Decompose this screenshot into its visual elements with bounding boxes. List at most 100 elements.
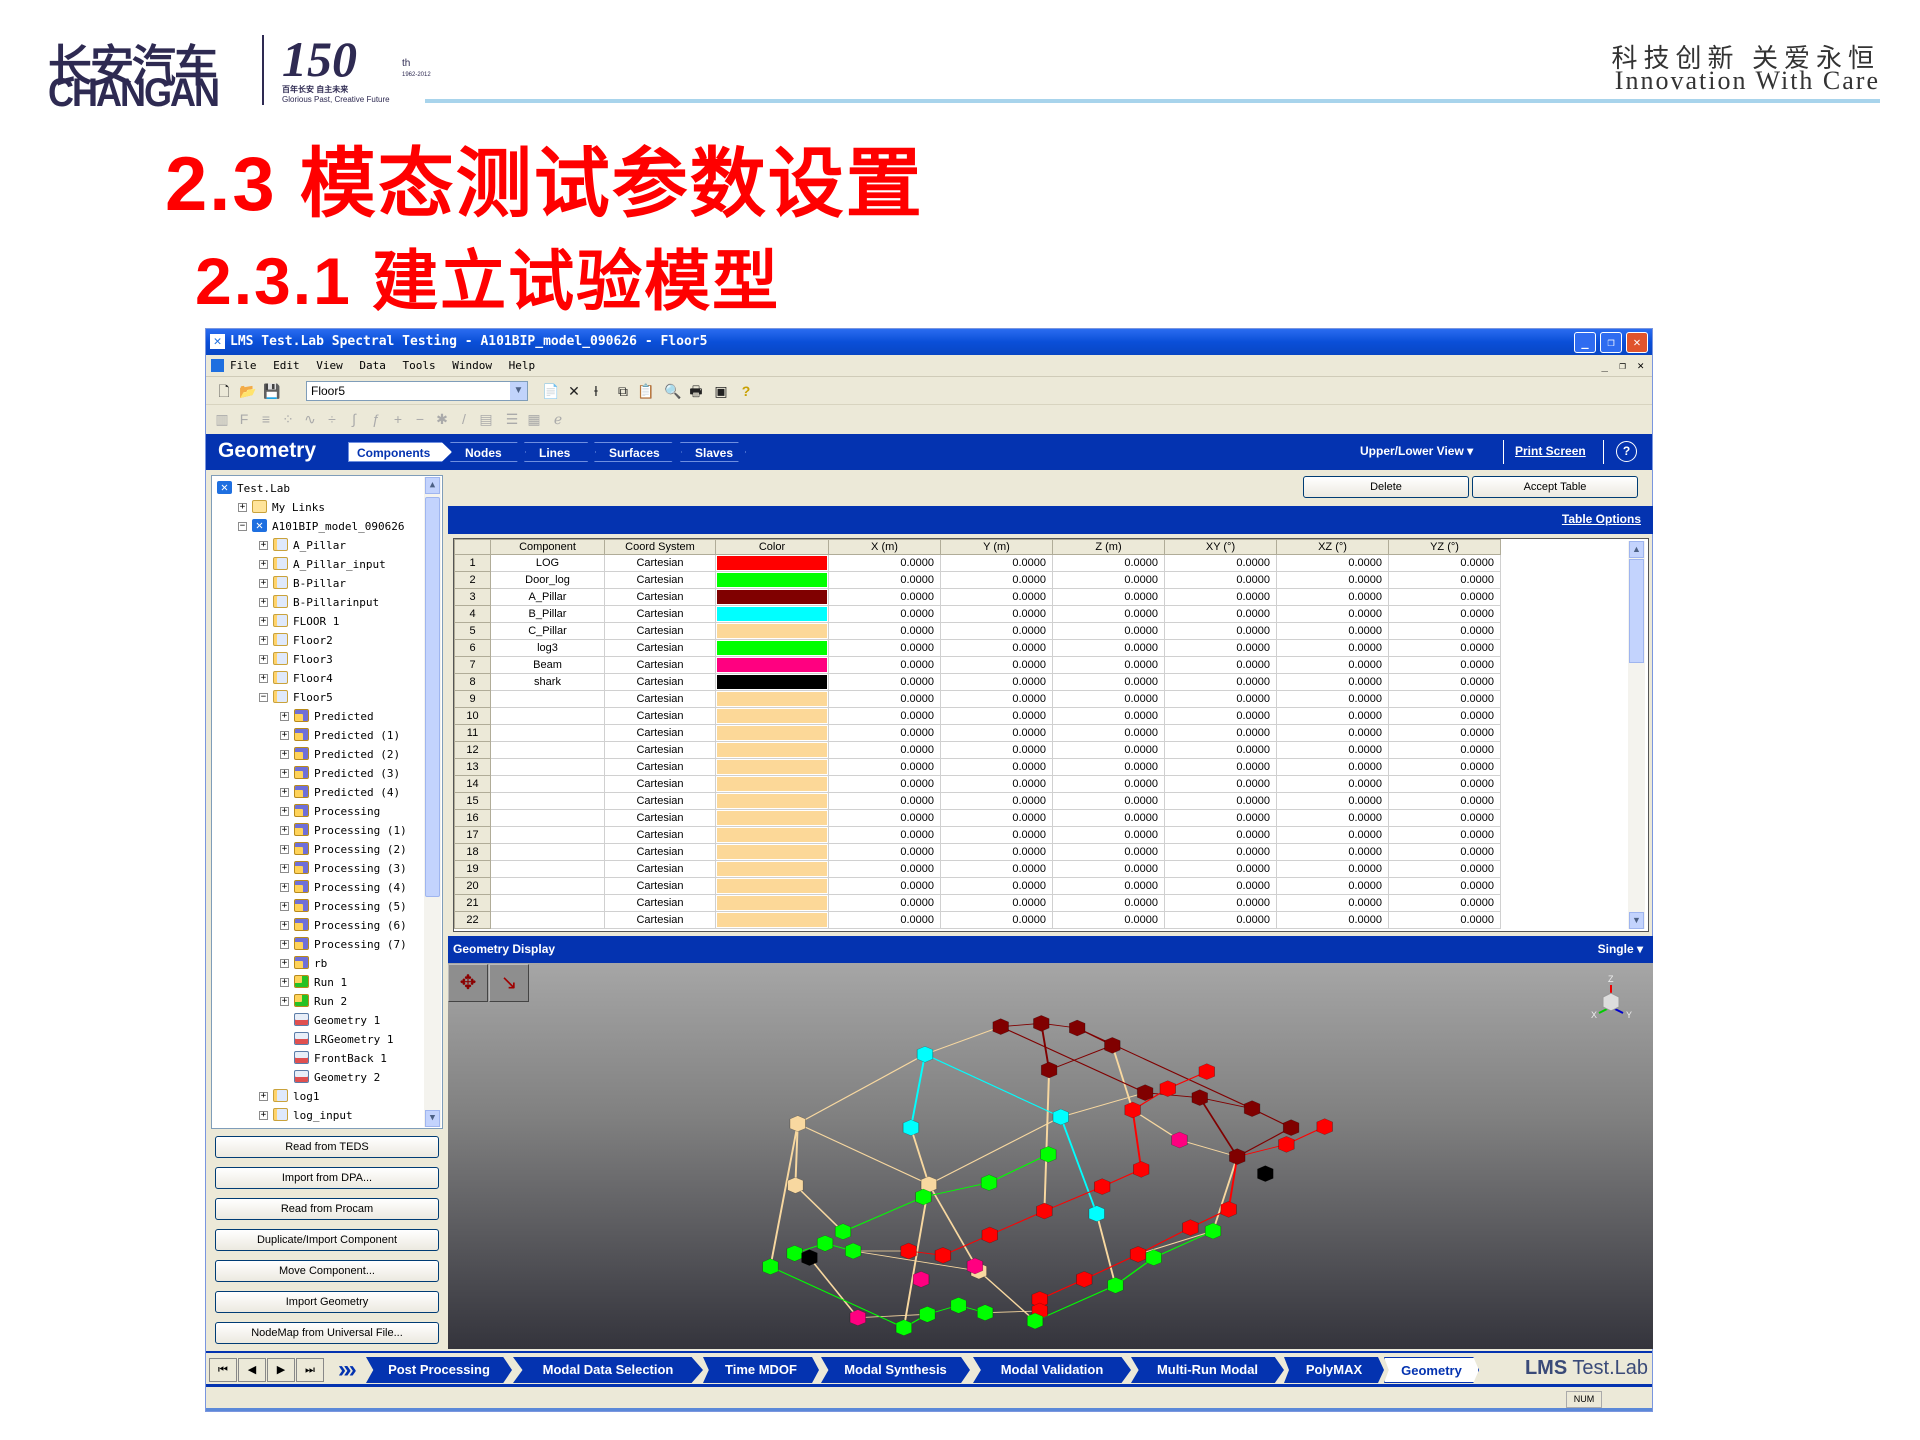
- table-row[interactable]: 8 shark Cartesian 0.0000 0.0000 0.0000 0.0000 0…: [454, 673, 1501, 691]
- geometry-node[interactable]: [915, 1188, 932, 1206]
- table-row[interactable]: 13 Cartesian 0.0000 0.0000 0.0000 0.0000 0.000…: [454, 758, 1501, 776]
- workflow-tab[interactable]: Modal Synthesis: [821, 1357, 970, 1383]
- table-cell[interactable]: 0.0000: [828, 588, 941, 606]
- table-cell[interactable]: Cartesian: [604, 673, 716, 691]
- table-cell[interactable]: [490, 758, 605, 776]
- expand-icon[interactable]: +: [259, 636, 268, 645]
- table-cell[interactable]: 0.0000: [828, 605, 941, 623]
- maximize-button[interactable]: ❐: [1600, 332, 1622, 353]
- table-cell[interactable]: 0.0000: [1276, 741, 1389, 759]
- tree-item[interactable]: + A_Pillar: [212, 536, 422, 555]
- table-cell[interactable]: Cartesian: [604, 639, 716, 657]
- table-cell[interactable]: 0.0000: [1276, 554, 1389, 572]
- filter-icon[interactable]: ≡: [256, 410, 276, 428]
- table-cell[interactable]: 0.0000: [940, 809, 1053, 827]
- table-cell[interactable]: 0.0000: [1388, 877, 1501, 895]
- minimize-button[interactable]: _: [1574, 332, 1596, 353]
- geometry-node[interactable]: [1026, 1312, 1044, 1330]
- tree-item[interactable]: + Predicted (2): [212, 745, 422, 764]
- geometry-node[interactable]: [1036, 1202, 1053, 1220]
- tree-item[interactable]: ✕ Test.Lab: [212, 479, 422, 498]
- geometry-node[interactable]: [1088, 1205, 1105, 1222]
- table-cell[interactable]: 0.0000: [1276, 724, 1389, 742]
- color-cell[interactable]: [715, 639, 829, 657]
- geometry-node[interactable]: [895, 1319, 913, 1336]
- table-cell[interactable]: 0.0000: [1276, 690, 1389, 708]
- geometry-3d-view[interactable]: ✥ ↘ Z X Y: [448, 963, 1653, 1349]
- color-cell[interactable]: [715, 707, 829, 725]
- first-icon[interactable]: ⏮: [209, 1358, 237, 1382]
- menu-file[interactable]: File: [230, 359, 257, 372]
- geometry-node[interactable]: [1198, 1063, 1215, 1080]
- table-cell[interactable]: 0.0000: [1052, 571, 1165, 589]
- geometry-node[interactable]: [980, 1174, 998, 1191]
- tree-item[interactable]: − Floor5: [212, 688, 422, 707]
- title-bar[interactable]: ✕ LMS Test.Lab Spectral Testing - A101BI…: [206, 329, 1652, 355]
- paste-icon[interactable]: 📋: [636, 382, 656, 400]
- geometry-node[interactable]: [1069, 1019, 1086, 1037]
- table-cell[interactable]: 0.0000: [940, 860, 1053, 878]
- color-cell[interactable]: [715, 894, 829, 912]
- tab-lines[interactable]: Lines: [524, 442, 596, 462]
- table-cell[interactable]: 0.0000: [1052, 894, 1165, 912]
- scroll-up-icon[interactable]: ▲: [1629, 541, 1644, 558]
- tree-item[interactable]: + Predicted (1): [212, 726, 422, 745]
- table-cell[interactable]: 0.0000: [1164, 758, 1277, 776]
- menu-window[interactable]: Window: [452, 359, 492, 372]
- table-cell[interactable]: 0.0000: [1276, 809, 1389, 827]
- new-section-icon[interactable]: 📄: [541, 382, 561, 400]
- table-cell[interactable]: 0.0000: [828, 860, 941, 878]
- expand-icon[interactable]: +: [280, 883, 289, 892]
- table-cell[interactable]: 0.0000: [1276, 826, 1389, 844]
- geometry-node[interactable]: [801, 1249, 818, 1266]
- geometry-node[interactable]: [1191, 1089, 1208, 1106]
- color-cell[interactable]: [715, 741, 829, 759]
- column-header[interactable]: Z (m): [1052, 539, 1165, 555]
- menu-help[interactable]: Help: [509, 359, 536, 372]
- table-cell[interactable]: 0.0000: [940, 622, 1053, 640]
- table-row[interactable]: 16 Cartesian 0.0000 0.0000 0.0000 0.0000 0.000…: [454, 809, 1501, 827]
- table-cell[interactable]: 0.0000: [1276, 911, 1389, 929]
- side-button[interactable]: Read from Procam: [215, 1198, 439, 1220]
- tab-slaves[interactable]: Slaves: [680, 442, 746, 462]
- color-cell[interactable]: [715, 571, 829, 589]
- table-cell[interactable]: 0.0000: [940, 775, 1053, 793]
- table-cell[interactable]: C_Pillar: [490, 622, 605, 640]
- expand-icon[interactable]: +: [238, 503, 247, 512]
- table-cell[interactable]: 0.0000: [1164, 911, 1277, 929]
- subtract-icon[interactable]: −: [410, 410, 430, 428]
- expand-icon[interactable]: +: [280, 731, 289, 740]
- print-preview-icon[interactable]: 🔍: [663, 382, 683, 400]
- table-cell[interactable]: [490, 877, 605, 895]
- table-cell[interactable]: 0.0000: [1276, 707, 1389, 725]
- expand-icon[interactable]: +: [280, 807, 289, 816]
- workflow-tab[interactable]: Time MDOF: [703, 1357, 819, 1383]
- table-cell[interactable]: Cartesian: [604, 741, 716, 759]
- table-cell[interactable]: 0.0000: [1388, 894, 1501, 912]
- project-select[interactable]: Floor5 ▼: [306, 381, 528, 401]
- zoom-pick-icon[interactable]: ↘: [489, 964, 529, 1002]
- table-cell[interactable]: 0.0000: [828, 724, 941, 742]
- table-cell[interactable]: 0.0000: [1052, 860, 1165, 878]
- table-cell[interactable]: 0.0000: [1164, 741, 1277, 759]
- workflow-tab[interactable]: Modal Validation: [973, 1357, 1131, 1383]
- table-cell[interactable]: 0.0000: [1164, 843, 1277, 861]
- color-cell[interactable]: [715, 843, 829, 861]
- table-cell[interactable]: 0.0000: [940, 724, 1053, 742]
- table-cell[interactable]: 0.0000: [1052, 554, 1165, 572]
- table-cell[interactable]: Cartesian: [604, 690, 716, 708]
- table-cell[interactable]: Cartesian: [604, 554, 716, 572]
- table-cell[interactable]: 0.0000: [1276, 843, 1389, 861]
- project-tree[interactable]: ✕ Test.Lab + My Links − ✕ A101BIP_model_090626…: [211, 475, 443, 1129]
- table-cell[interactable]: 0.0000: [1164, 724, 1277, 742]
- table-cell[interactable]: 0.0000: [940, 690, 1053, 708]
- tree-item[interactable]: + Processing (5): [212, 897, 422, 916]
- table-cell[interactable]: 0.0000: [1164, 690, 1277, 708]
- table-cell[interactable]: [490, 724, 605, 742]
- table-cell[interactable]: [490, 690, 605, 708]
- table-cell[interactable]: 0.0000: [1164, 571, 1277, 589]
- fft-icon[interactable]: ▥: [212, 410, 232, 428]
- list-icon[interactable]: ☰: [502, 410, 522, 428]
- table-cell[interactable]: 0.0000: [1052, 724, 1165, 742]
- color-cell[interactable]: [715, 809, 829, 827]
